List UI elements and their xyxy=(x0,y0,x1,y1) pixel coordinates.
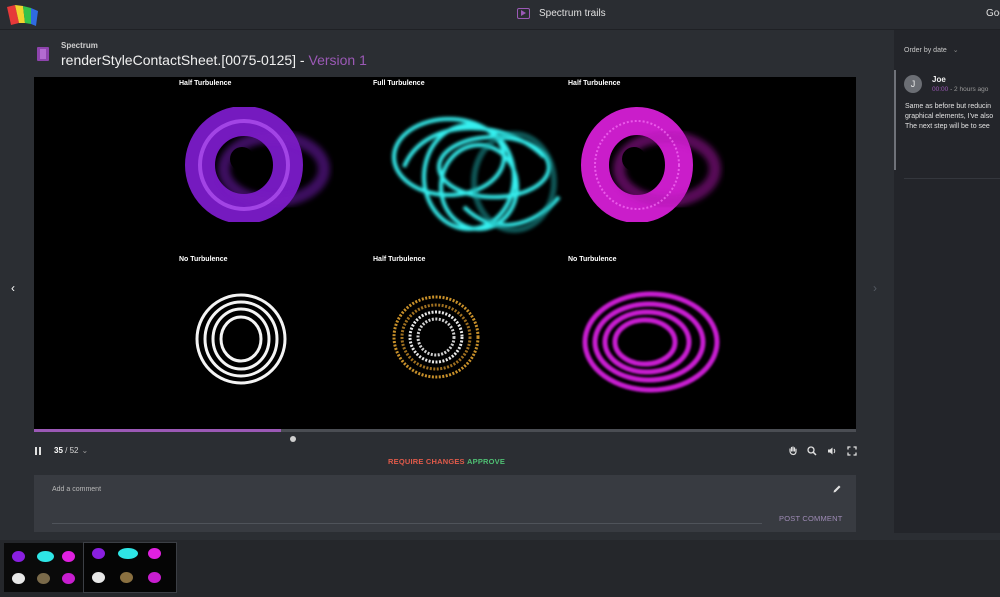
thumb-render xyxy=(12,551,25,562)
thumb-render xyxy=(12,573,25,584)
timeline-track[interactable] xyxy=(34,429,856,432)
comment-time-ago: - 2 hours ago xyxy=(948,86,989,93)
cell-label: Half Turbulence xyxy=(568,80,621,87)
top-bar: Spectrum trails Goo xyxy=(0,0,1000,30)
order-by-label: Order by date xyxy=(904,47,947,54)
top-right-text[interactable]: Goo xyxy=(986,8,1000,19)
thumb-render xyxy=(92,572,105,583)
cell-label: Full Turbulence xyxy=(373,80,425,87)
asset-separator: - xyxy=(296,52,309,68)
comment-line: graphical elements, I've also xyxy=(905,113,994,120)
project-name: Spectrum xyxy=(61,41,98,50)
fullscreen-icon[interactable] xyxy=(847,446,857,456)
filmstrip-thumbnail[interactable] xyxy=(4,543,83,592)
pause-icon[interactable] xyxy=(34,447,42,455)
comment-meta: 00:00 - 2 hours ago xyxy=(932,86,988,93)
zoom-icon[interactable] xyxy=(807,446,817,456)
frame-counter[interactable]: 35 / 52 ⌄ xyxy=(54,446,88,455)
pencil-icon[interactable] xyxy=(832,484,842,494)
thumb-render xyxy=(148,572,161,583)
comments-panel: Order by date ⌄ J Joe 00:00 - 2 hours ag… xyxy=(894,30,1000,533)
render-magenta-rings xyxy=(582,291,720,393)
asset-title: renderStyleContactSheet.[0075-0125] - Ve… xyxy=(61,52,367,68)
timeline-progress xyxy=(34,429,281,432)
playhead-handle[interactable] xyxy=(290,436,296,442)
cell-label: Half Turbulence xyxy=(373,256,426,263)
comment-input[interactable]: Add a comment xyxy=(52,486,101,493)
thumb-render xyxy=(62,573,75,584)
hand-icon[interactable] xyxy=(788,446,798,456)
thumb-render xyxy=(92,548,105,559)
render-magenta-trail xyxy=(581,107,721,222)
media-viewer[interactable]: Half Turbulence Full Turbulence Half Tur… xyxy=(34,77,856,429)
filmstrip xyxy=(0,540,1000,597)
film-icon xyxy=(37,47,49,61)
asset-name: renderStyleContactSheet.[0075-0125] xyxy=(61,52,297,68)
comment-indicator xyxy=(894,70,896,170)
version-label[interactable]: Version 1 xyxy=(309,52,367,68)
review-title-text: Spectrum trails xyxy=(539,8,606,19)
comment-composer: Add a comment POST COMMENT xyxy=(34,475,856,532)
volume-icon[interactable] xyxy=(827,446,837,456)
review-title: Spectrum trails xyxy=(517,8,606,19)
render-orange-trail xyxy=(392,295,480,379)
thumb-render xyxy=(118,548,138,559)
order-by-dropdown[interactable]: Order by date ⌄ xyxy=(904,46,959,54)
total-frames: 52 xyxy=(69,446,79,455)
thumb-render xyxy=(37,573,50,584)
thumb-render xyxy=(120,572,133,583)
thumb-render xyxy=(37,551,54,562)
approve-button[interactable]: APPROVE xyxy=(467,457,505,466)
render-cyan-trail xyxy=(392,117,561,233)
chevron-right-icon[interactable]: › xyxy=(873,281,877,295)
avatar: J xyxy=(904,75,922,93)
post-comment-button[interactable]: POST COMMENT xyxy=(779,514,843,523)
comment-body: Same as before but reducin graphical ele… xyxy=(905,102,1000,132)
video-icon xyxy=(517,8,530,19)
frame-separator: / xyxy=(62,446,70,455)
app-logo[interactable] xyxy=(5,3,39,27)
comment-underline xyxy=(52,523,762,524)
cell-label: No Turbulence xyxy=(568,256,617,263)
comment-author: Joe xyxy=(932,75,946,84)
require-changes-button[interactable]: REQUIRE CHANGES xyxy=(388,457,465,466)
divider xyxy=(904,178,1000,179)
chevron-left-icon[interactable]: ‹ xyxy=(11,281,15,295)
comment-line: Same as before but reducin xyxy=(905,103,991,110)
comment-line: The next step will be to see xyxy=(905,123,990,130)
cell-label: Half Turbulence xyxy=(179,80,232,87)
filmstrip-thumbnail-selected[interactable] xyxy=(83,542,177,593)
thumb-render xyxy=(62,551,75,562)
current-frame: 35 xyxy=(54,446,63,455)
render-white-trail xyxy=(195,293,287,385)
comment-timecode[interactable]: 00:00 xyxy=(932,86,948,93)
render-purple-trail xyxy=(185,107,330,222)
caret-down-icon: ⌄ xyxy=(952,47,959,54)
caret-down-icon: ⌄ xyxy=(81,446,89,455)
thumb-render xyxy=(148,548,161,559)
comment-item[interactable]: J Joe 00:00 - 2 hours ago Same as before… xyxy=(894,70,1000,180)
cell-label: No Turbulence xyxy=(179,256,228,263)
